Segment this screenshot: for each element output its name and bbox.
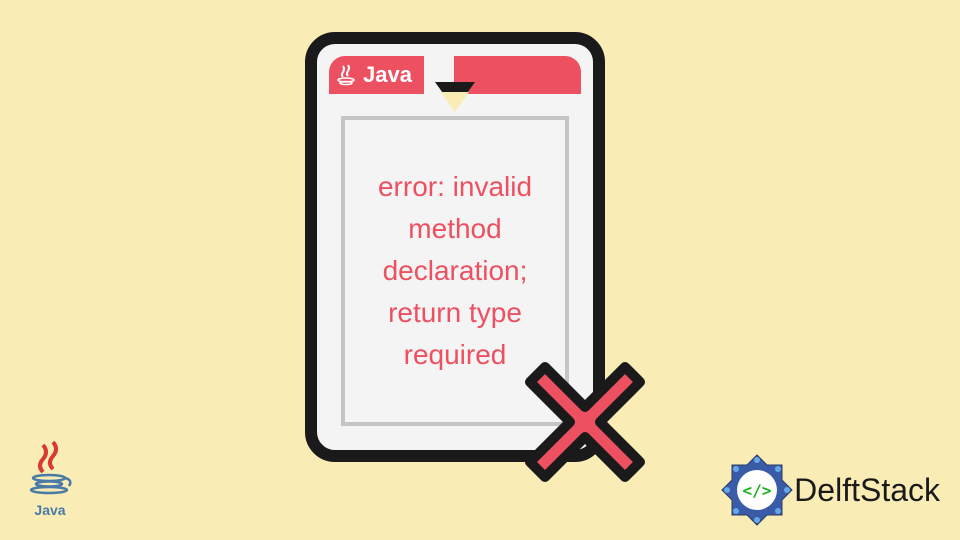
java-badge: Java (329, 56, 424, 94)
java-corner-label: Java (34, 502, 65, 518)
svg-text:</>: </> (743, 481, 772, 500)
error-message: error: invalid method declaration; retur… (361, 166, 549, 376)
delftstack-brand: </> DelftStack (717, 450, 940, 530)
error-x-icon (515, 352, 655, 492)
delftstack-label: DelftStack (794, 472, 940, 509)
java-cup-icon (25, 440, 75, 500)
delftstack-logo-icon: </> (717, 450, 797, 530)
java-corner-logo: Java (20, 440, 80, 520)
document-card: Java error: invalid method declaration; … (305, 32, 605, 482)
java-badge-label: Java (363, 62, 412, 88)
java-steam-icon (335, 63, 359, 87)
